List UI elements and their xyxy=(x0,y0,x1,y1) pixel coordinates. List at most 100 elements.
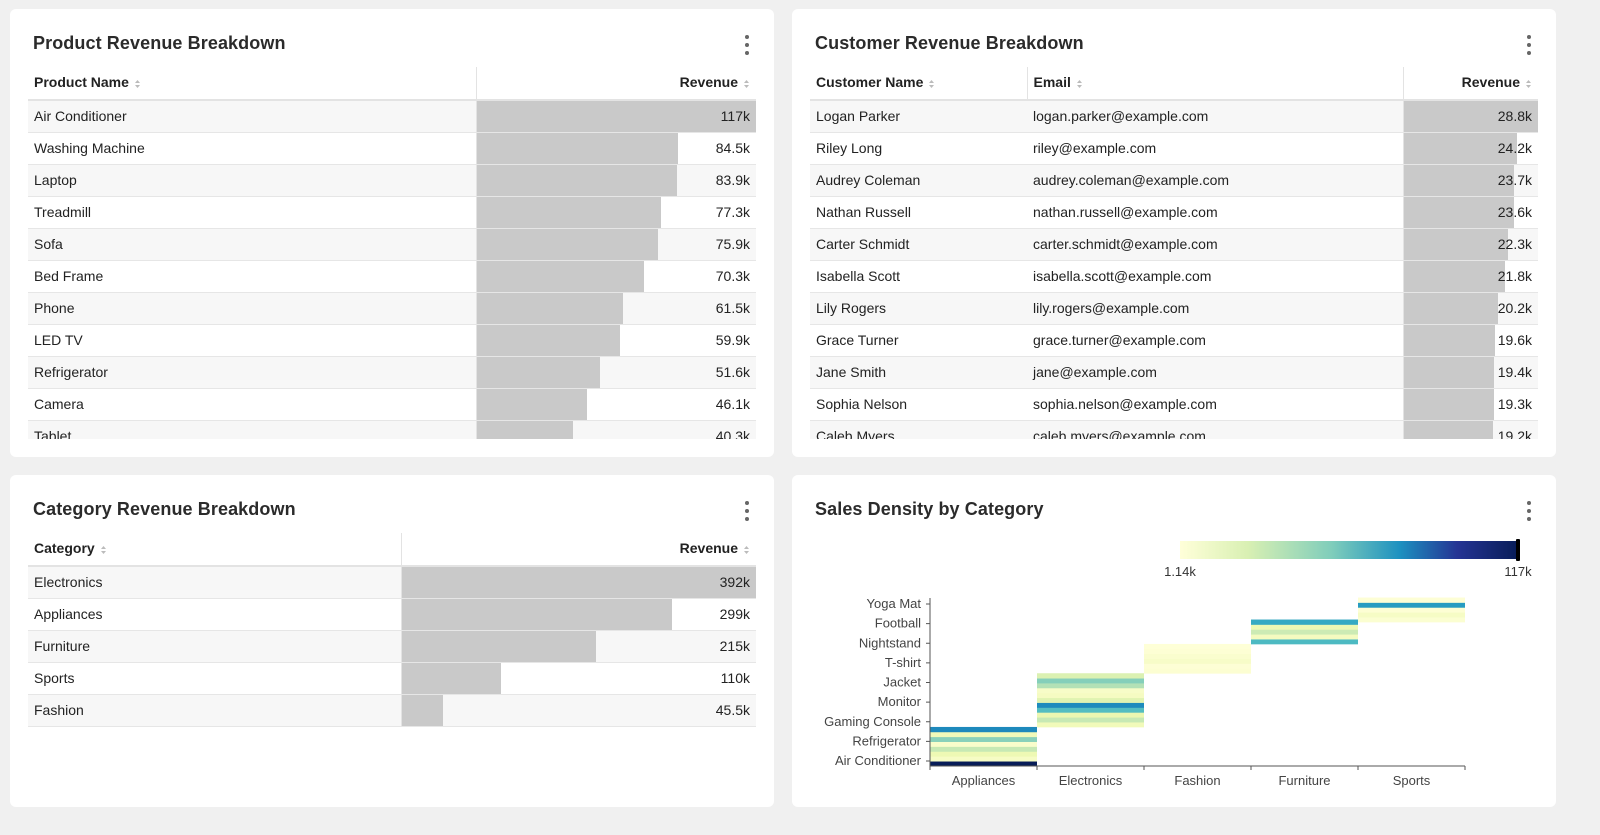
revenue-bar xyxy=(477,388,587,419)
heatmap-cell xyxy=(1144,648,1251,655)
table-row[interactable]: Electronics 392k xyxy=(28,566,756,599)
y-tick-label: Football xyxy=(875,616,921,631)
table-row[interactable]: Sophia Nelson sophia.nelson@example.com 19… xyxy=(810,388,1538,421)
cell-name: Camera xyxy=(28,388,476,421)
color-scale-handle xyxy=(1516,539,1520,561)
y-tick-label: Jacket xyxy=(883,675,921,690)
cell-revenue: 59.9k xyxy=(475,324,756,357)
table-row[interactable]: Jane Smith jane@example.com 19.4k xyxy=(810,356,1538,389)
table-row[interactable]: Washing Machine 84.5k xyxy=(28,132,756,165)
revenue-value: 19.6k xyxy=(1497,332,1532,348)
cell-name: Sports xyxy=(28,662,401,695)
cell-revenue: 61.5k xyxy=(475,292,756,325)
more-options-icon[interactable] xyxy=(742,501,752,521)
revenue-value: 51.6k xyxy=(715,364,750,380)
table-row[interactable]: Refrigerator 51.6k xyxy=(28,356,756,389)
column-header-product-name[interactable]: Product Name xyxy=(28,67,476,101)
table-row[interactable]: Sofa 75.9k xyxy=(28,228,756,261)
sort-icon[interactable] xyxy=(1525,76,1532,92)
column-header-revenue[interactable]: Revenue xyxy=(400,533,756,567)
table-row[interactable]: LED TV 59.9k xyxy=(28,324,756,357)
sort-icon[interactable] xyxy=(134,76,141,92)
column-header-revenue[interactable]: Revenue xyxy=(475,67,756,101)
cell-name: Isabella Scott xyxy=(810,260,1027,293)
sort-icon[interactable] xyxy=(1076,76,1083,92)
table-row[interactable]: Laptop 83.9k xyxy=(28,164,756,197)
table-row[interactable]: Audrey Coleman audrey.coleman@example.com… xyxy=(810,164,1538,197)
y-tick-label: Refrigerator xyxy=(852,733,921,748)
cell-revenue: 46.1k xyxy=(475,388,756,421)
revenue-bar xyxy=(402,598,672,629)
cell-name: Grace Turner xyxy=(810,324,1027,357)
table-row[interactable]: Air Conditioner 117k xyxy=(28,100,756,133)
cell-revenue: 19.6k xyxy=(1402,324,1538,357)
revenue-value: 61.5k xyxy=(715,300,750,316)
cell-revenue: 19.3k xyxy=(1402,388,1538,421)
cell-name: Caleb Myers xyxy=(810,420,1027,439)
x-tick-label: Fashion xyxy=(1174,773,1220,788)
revenue-bar xyxy=(1404,292,1498,323)
revenue-bar xyxy=(1404,228,1508,259)
cell-revenue: 392k xyxy=(400,566,756,599)
heatmap-cell xyxy=(1358,612,1465,618)
x-tick-label: Furniture xyxy=(1278,773,1330,788)
cell-name: Sophia Nelson xyxy=(810,388,1027,421)
table-row[interactable]: Bed Frame 70.3k xyxy=(28,260,756,293)
x-tick-label: Appliances xyxy=(952,773,1016,788)
table-row[interactable]: Lily Rogers lily.rogers@example.com 20.2k xyxy=(810,292,1538,325)
table-row[interactable]: Phone 61.5k xyxy=(28,292,756,325)
revenue-value: 19.2k xyxy=(1497,428,1532,439)
revenue-value: 59.9k xyxy=(715,332,750,348)
table-row[interactable]: Appliances 299k xyxy=(28,598,756,631)
cell-revenue: 45.5k xyxy=(400,694,756,727)
table-row[interactable]: Tablet 40.3k xyxy=(28,420,756,439)
cell-email: sophia.nelson@example.com xyxy=(1027,388,1403,421)
table-row[interactable]: Grace Turner grace.turner@example.com 19.6… xyxy=(810,324,1538,357)
heatmap-cell xyxy=(1144,653,1251,659)
revenue-value: 83.9k xyxy=(715,172,750,188)
cell-email: carter.schmidt@example.com xyxy=(1027,228,1403,261)
heatmap-cell xyxy=(1037,722,1144,728)
card-title: Customer Revenue Breakdown xyxy=(815,33,1084,53)
table-row[interactable]: Caleb Myers caleb.myers@example.com 19.2k xyxy=(810,420,1538,439)
table-row[interactable]: Nathan Russell nathan.russell@example.com… xyxy=(810,196,1538,229)
heatmap-cell xyxy=(1358,617,1465,623)
cell-name: Riley Long xyxy=(810,132,1027,165)
sort-icon[interactable] xyxy=(743,76,750,92)
table-row[interactable]: Isabella Scott isabella.scott@example.com… xyxy=(810,260,1538,293)
column-header-customer-name[interactable]: Customer Name xyxy=(810,67,1027,101)
revenue-bar xyxy=(1404,388,1494,419)
revenue-bar xyxy=(402,694,443,725)
column-header-email[interactable]: Email xyxy=(1026,67,1403,101)
table-row[interactable]: Riley Long riley@example.com 24.2k xyxy=(810,132,1538,165)
y-tick-label: Air Conditioner xyxy=(835,753,922,768)
table-row[interactable]: Camera 46.1k xyxy=(28,388,756,421)
column-header-category[interactable]: Category xyxy=(28,533,401,567)
more-options-icon[interactable] xyxy=(1524,35,1534,55)
cell-revenue: 21.8k xyxy=(1402,260,1538,293)
customer-revenue-table: Customer Name Email Revenue Logan Parker… xyxy=(810,67,1538,439)
revenue-bar xyxy=(1404,324,1496,355)
sort-icon[interactable] xyxy=(743,542,750,558)
table-row[interactable]: Treadmill 77.3k xyxy=(28,196,756,229)
cell-email: caleb.myers@example.com xyxy=(1027,420,1403,439)
cell-revenue: 24.2k xyxy=(1402,132,1538,165)
more-options-icon[interactable] xyxy=(742,35,752,55)
sort-icon[interactable] xyxy=(100,542,107,558)
sort-icon[interactable] xyxy=(928,76,935,92)
table-row[interactable]: Sports 110k xyxy=(28,662,756,695)
table-row[interactable]: Fashion 45.5k xyxy=(28,694,756,727)
table-row[interactable]: Furniture 215k xyxy=(28,630,756,663)
table-row[interactable]: Logan Parker logan.parker@example.com 28.8… xyxy=(810,100,1538,133)
cell-name: Fashion xyxy=(28,694,401,727)
heatmap-cell xyxy=(1037,692,1144,699)
table-row[interactable]: Carter Schmidt carter.schmidt@example.com… xyxy=(810,228,1538,261)
product-revenue-table: Product Name Revenue Air Conditioner 117k… xyxy=(28,67,756,439)
revenue-value: 23.7k xyxy=(1497,172,1532,188)
revenue-value: 75.9k xyxy=(715,236,750,252)
cell-email: nathan.russell@example.com xyxy=(1027,196,1403,229)
column-header-revenue[interactable]: Revenue xyxy=(1402,67,1538,101)
heatmap-cell xyxy=(1144,668,1251,674)
x-tick-label: Sports xyxy=(1393,773,1431,788)
cell-name: Refrigerator xyxy=(28,356,476,389)
